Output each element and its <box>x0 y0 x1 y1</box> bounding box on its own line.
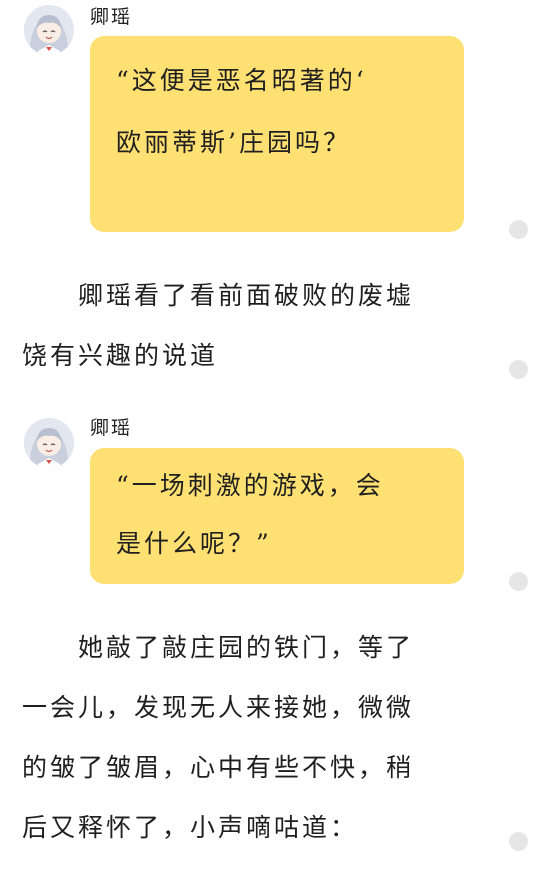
comment-dot[interactable] <box>509 572 528 591</box>
narration-line: 后又释怀了，小声嘀咕道： <box>22 813 359 842</box>
narration-line: 卿瑶看了看前面破败的废墟 <box>22 281 415 310</box>
message-bubble: “一场刺激的游戏，会 是什么呢？” <box>90 448 464 584</box>
narration-line: 她敲了敲庄园的铁门，等了 <box>22 633 415 662</box>
narration-line: 一会儿，发现无人来接她，微微 <box>22 693 415 722</box>
message-line: “这便是恶名昭著的‘ <box>116 66 367 95</box>
narration-line: 的皱了皱眉，心中有些不快，稍 <box>22 753 415 782</box>
message-line: 欧丽蒂斯’庄园吗？ <box>116 128 351 157</box>
speaker-avatar[interactable] <box>24 5 74 55</box>
comment-dot[interactable] <box>509 832 528 851</box>
speaker-name: 卿瑶 <box>90 417 133 439</box>
speaker-name: 卿瑶 <box>90 6 133 28</box>
speaker-avatar[interactable] <box>24 418 74 468</box>
message-line: 是什么呢？” <box>116 529 272 558</box>
narration-line: 饶有兴趣的说道 <box>22 341 219 370</box>
narration-paragraph: 她敲了敲庄园的铁门，等了 一会儿，发现无人来接她，微微 的皱了皱眉，心中有些不快… <box>22 618 482 858</box>
anime-girl-avatar-icon <box>24 5 74 55</box>
anime-girl-avatar-icon <box>24 418 74 468</box>
message-bubble: “这便是恶名昭著的‘ 欧丽蒂斯’庄园吗？ <box>90 36 464 232</box>
narration-paragraph: 卿瑶看了看前面破败的废墟 饶有兴趣的说道 <box>22 266 482 386</box>
comment-dot[interactable] <box>509 220 528 239</box>
message-line: “一场刺激的游戏，会 <box>116 471 384 500</box>
comment-dot[interactable] <box>509 360 528 379</box>
